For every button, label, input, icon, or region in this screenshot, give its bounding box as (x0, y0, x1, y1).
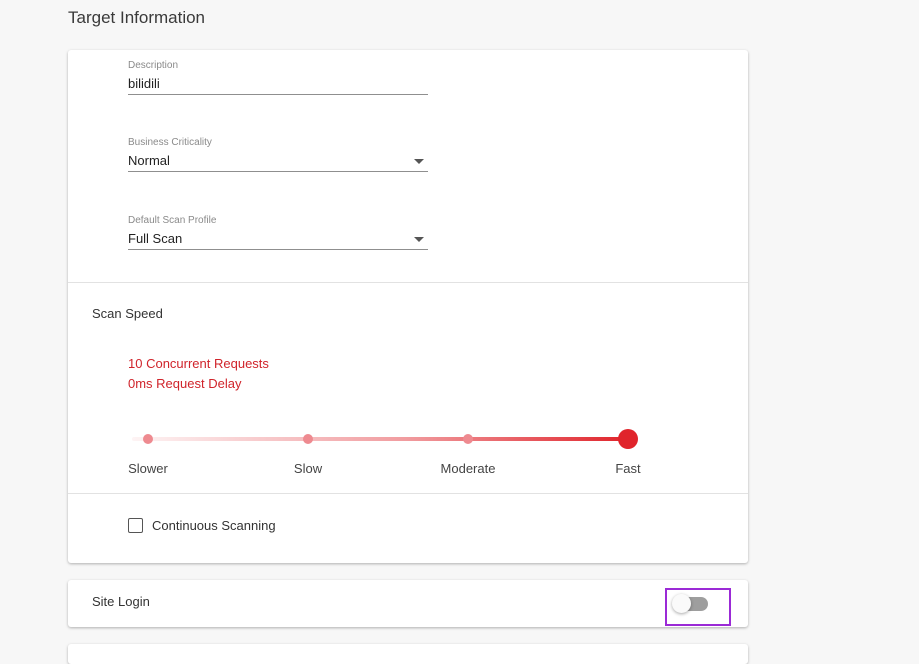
description-input[interactable]: bilidili (128, 74, 428, 95)
slider-stop-moderate[interactable] (463, 434, 473, 444)
divider (68, 493, 748, 494)
continuous-scanning-checkbox[interactable] (128, 518, 143, 533)
continuous-scanning-label[interactable]: Continuous Scanning (152, 518, 276, 533)
chevron-down-icon[interactable] (414, 159, 424, 164)
business-criticality-value[interactable]: Normal (128, 151, 428, 172)
scan-profile-select[interactable]: Default Scan Profile Full Scan (128, 215, 428, 250)
next-card (68, 644, 748, 664)
site-login-card: Site Login (68, 580, 748, 627)
page-title: Target Information (68, 8, 206, 27)
scan-speed-slider[interactable] (132, 437, 628, 441)
scan-profile-text: Full Scan (128, 231, 183, 246)
business-criticality-select[interactable]: Business Criticality Normal (128, 137, 428, 172)
site-login-toggle-knob[interactable] (672, 594, 691, 613)
chevron-down-icon[interactable] (414, 237, 424, 242)
description-label: Description (128, 60, 179, 71)
speed-label-slower[interactable]: Slower (108, 461, 188, 476)
scan-profile-label: Default Scan Profile (128, 215, 217, 226)
speed-label-moderate[interactable]: Moderate (428, 461, 508, 476)
speed-label-fast[interactable]: Fast (588, 461, 668, 476)
business-criticality-text: Normal (128, 153, 170, 168)
slider-stop-slower[interactable] (143, 434, 153, 444)
slider-stop-slow[interactable] (303, 434, 313, 444)
concurrent-requests-text: 10 Concurrent Requests (128, 356, 269, 371)
request-delay-text: 0ms Request Delay (128, 376, 242, 391)
slider-thumb[interactable] (618, 429, 638, 449)
scan-profile-value[interactable]: Full Scan (128, 229, 428, 250)
target-info-card: Description bilidili Business Criticalit… (68, 50, 748, 563)
divider (68, 282, 748, 283)
speed-label-slow[interactable]: Slow (268, 461, 348, 476)
description-field[interactable]: Description bilidili (128, 60, 428, 95)
business-criticality-label: Business Criticality (128, 137, 212, 148)
site-login-title: Site Login (92, 594, 150, 609)
scan-speed-title: Scan Speed (92, 306, 163, 321)
